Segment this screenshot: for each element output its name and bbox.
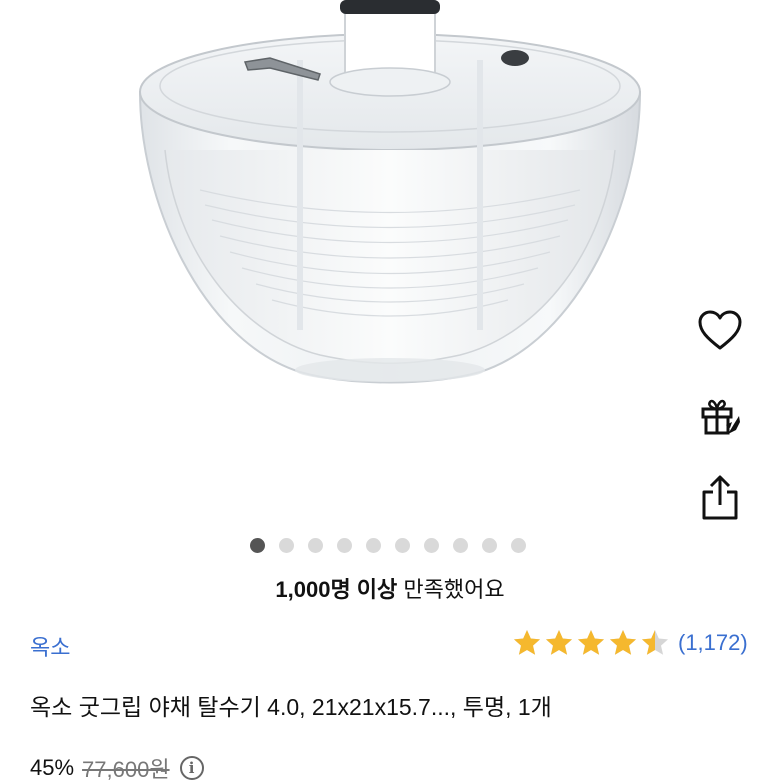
rating-stars <box>512 628 670 658</box>
review-count[interactable]: (1,172) <box>678 630 748 656</box>
gift-icon <box>701 399 740 435</box>
carousel-dots <box>250 537 526 553</box>
like-button[interactable] <box>690 300 750 360</box>
price-row: 45% 77,600원 i <box>30 752 204 780</box>
star-icon <box>610 630 636 655</box>
carousel-dot[interactable] <box>366 537 381 553</box>
product-image[interactable] <box>0 0 780 525</box>
share-button[interactable] <box>690 468 750 528</box>
carousel-dot[interactable] <box>453 537 468 553</box>
star-icon <box>546 630 572 655</box>
star-icon <box>642 630 668 655</box>
carousel-dot[interactable] <box>308 537 323 553</box>
satisfaction-count: 1,000명 이상 <box>275 577 398 602</box>
satisfaction-label: 만족했어요 <box>397 577 505 602</box>
satisfaction-text: 1,000명 이상 만족했어요 <box>0 572 780 604</box>
gift-button[interactable] <box>690 386 750 446</box>
carousel-dot[interactable] <box>250 537 265 553</box>
carousel-dot[interactable] <box>511 537 526 553</box>
carousel-dot[interactable] <box>482 537 497 553</box>
star-icon <box>514 630 540 655</box>
rating[interactable]: (1,172) <box>512 628 748 658</box>
carousel-dot[interactable] <box>337 537 352 553</box>
brand-link[interactable]: 옥소 <box>30 630 70 662</box>
share-icon <box>702 475 738 520</box>
discount-rate: 45% <box>30 755 75 780</box>
salad-spinner-photo <box>138 0 642 384</box>
carousel-dot[interactable] <box>424 537 439 553</box>
star-icon <box>578 630 604 655</box>
info-icon[interactable]: i <box>179 756 204 780</box>
product-title[interactable]: 옥소 굿그립 야채 탈수기 4.0, 21x21x15.7..., 투명, 1개 <box>30 688 552 722</box>
carousel-dot[interactable] <box>395 537 410 553</box>
original-price: 77,600원 <box>82 757 170 780</box>
heart-icon <box>698 310 742 350</box>
carousel-dot[interactable] <box>279 537 294 553</box>
